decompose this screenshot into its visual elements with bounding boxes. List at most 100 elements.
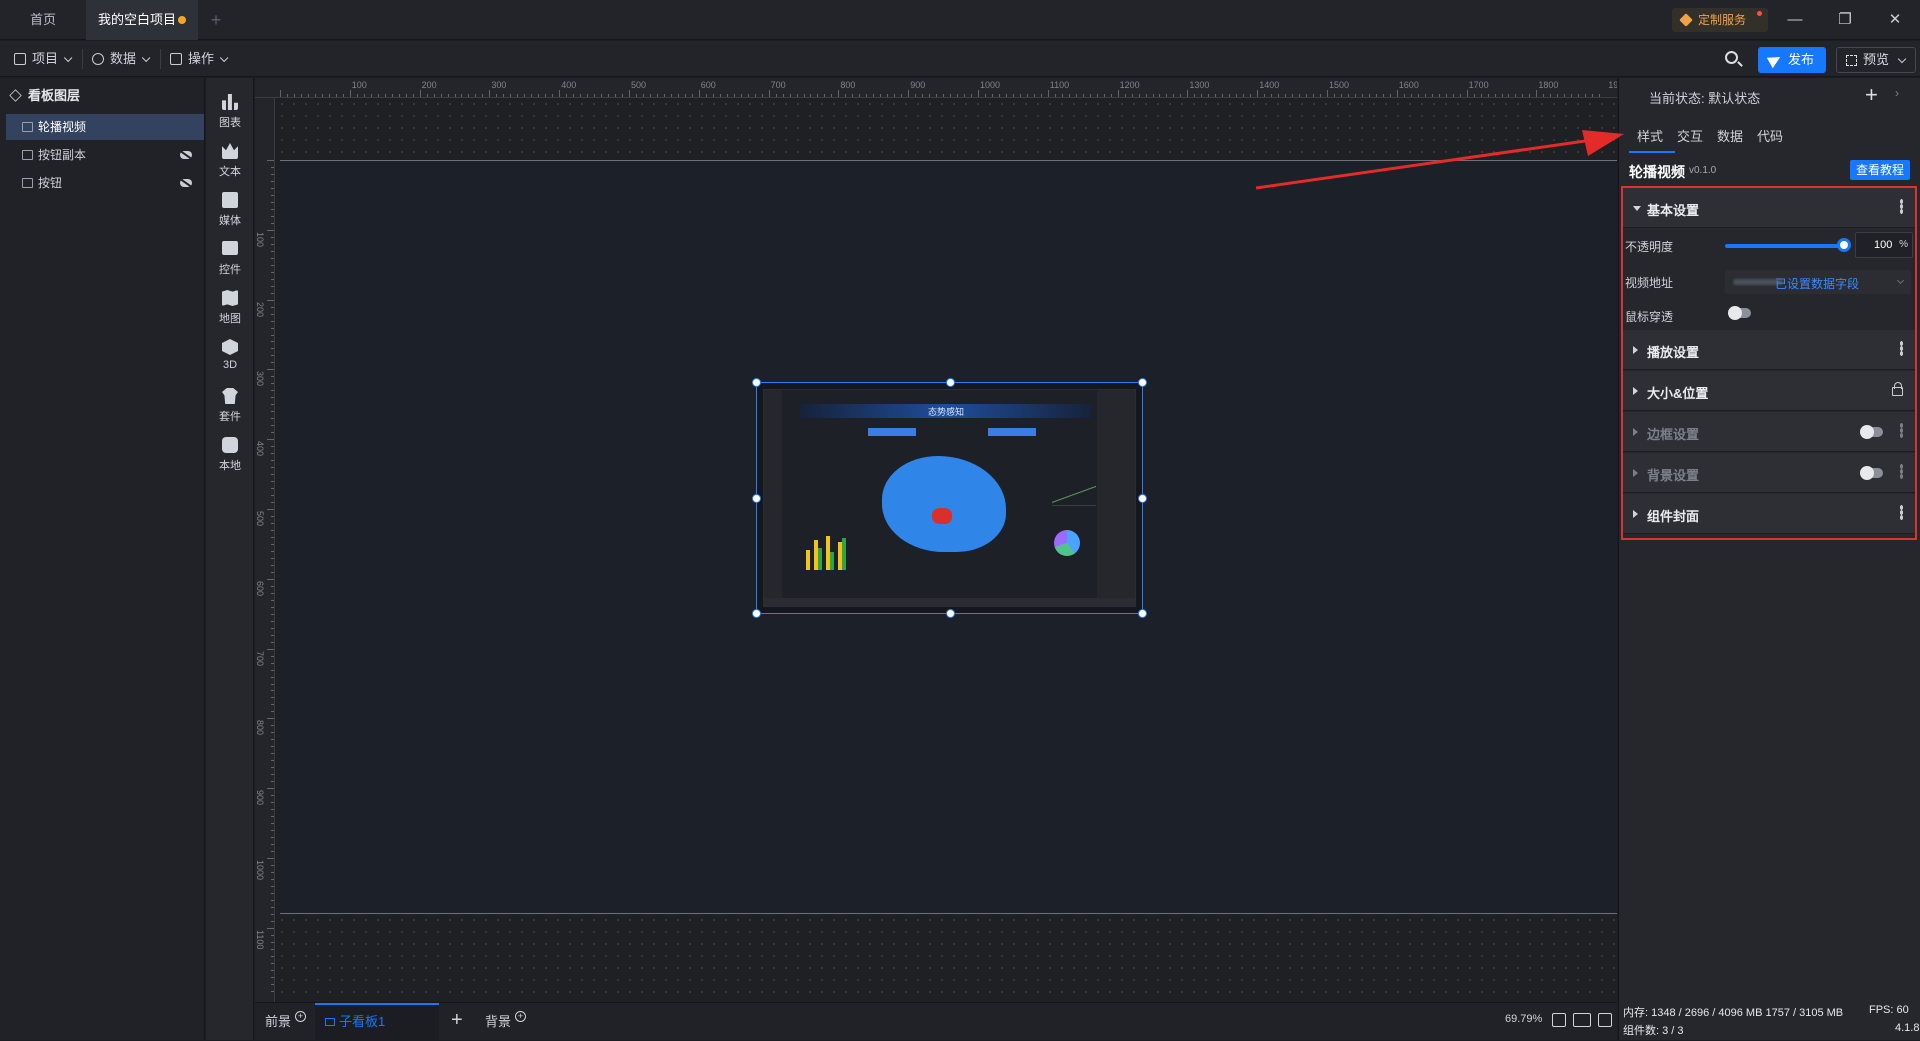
ruler-tick [271,243,274,245]
ruler-top: 100 200 300 400 500 600 700 800 900 1000 1100 1200 1… [255,78,1617,98]
layer-item-carousel-video[interactable]: 轮播视频 [6,114,204,140]
add-circle-icon[interactable]: + [295,1011,307,1022]
ruler-tick [271,753,274,755]
component-control[interactable]: 控件 [206,233,254,283]
menu-project[interactable]: 项目 [6,47,77,71]
zoom-level[interactable]: 69.79% [1505,1013,1542,1025]
tab-project[interactable]: 我的空白项目 [86,0,198,40]
ruler-tick [271,355,274,357]
search-icon[interactable] [1722,48,1744,70]
publish-button[interactable]: 发布 [1758,47,1826,73]
thumbnail-button [988,428,1036,436]
ruler-tick [271,725,274,727]
ruler-tick [271,390,274,392]
view-tutorial-button[interactable]: 查看教程 [1850,160,1910,180]
thumbnail-sidebar [764,390,782,606]
layer-item-button[interactable]: 按钮 [6,170,204,196]
ruler-label: 300 [491,80,507,90]
bottom-bar: 前景 + 子看板1 + 背景 + 69.79% [255,1002,1617,1041]
tab-background[interactable]: 背景 + [485,1011,527,1033]
eye-hidden-icon[interactable] [180,179,192,187]
ruler-tick [271,397,274,399]
tab-code[interactable]: 代码 [1757,126,1783,148]
tab-style[interactable]: 样式 [1637,126,1663,148]
ruler-tick [271,236,274,238]
thumbnail-rightbar [1097,390,1135,606]
tab-project-label: 我的空白项目 [98,12,177,27]
ruler-tick [271,795,274,797]
component-bar: 图表 文本 媒体 控件 地图 3D 套件 本地 [206,78,254,1040]
tab-foreground[interactable]: 前景 + [265,1011,307,1033]
resize-handle[interactable] [946,609,955,618]
add-board-icon[interactable]: + [451,1009,463,1032]
ruler-tick [271,844,274,846]
ruler-tick [271,571,274,573]
ruler-label: 1000 [255,860,265,881]
video-thumbnail: 态势感知 [763,389,1136,607]
bar-chart-icon [222,94,238,110]
ruler-tick [271,627,274,629]
custom-service-button[interactable]: 定制服务 [1672,8,1768,32]
resize-handle[interactable] [752,494,761,503]
component-kit[interactable]: 套件 [206,380,254,430]
tab-sub-board[interactable]: 子看板1 [315,1003,439,1041]
ruler-tick [271,690,274,692]
menu-data[interactable]: 数据 [84,47,155,71]
ruler-tick [271,327,274,329]
chevron-right-icon[interactable]: › [1895,86,1899,100]
menu-data-label: 数据 [110,51,137,66]
ruler-tick [271,885,274,887]
terminal-icon[interactable] [1598,1013,1612,1027]
layers-icon [9,89,22,102]
eye-hidden-icon[interactable] [180,151,192,159]
carousel-video-component[interactable]: 态势感知 [752,378,1147,618]
resize-handle[interactable] [1138,494,1147,503]
tab-interaction[interactable]: 交互 [1677,126,1703,148]
menu-operation[interactable]: 操作 [162,47,233,71]
add-circle-icon[interactable]: + [515,1011,527,1022]
component-text[interactable]: 文本 [206,135,254,185]
component-3d[interactable]: 3D [206,331,254,381]
component-local[interactable]: 本地 [206,429,254,479]
resize-handle[interactable] [946,378,955,387]
component-label: 本地 [219,460,241,472]
component-media[interactable]: 媒体 [206,184,254,234]
add-state-icon[interactable]: + [1865,82,1878,108]
preview-button[interactable]: 预览 [1836,47,1916,73]
component-chart[interactable]: 图表 [206,86,254,136]
ruler-tick [271,676,274,678]
component-map[interactable]: 地图 [206,282,254,332]
restore-icon[interactable]: ❐ [1830,8,1860,32]
tab-home[interactable]: 首页 [0,0,86,40]
tab-data[interactable]: 数据 [1717,126,1743,148]
ruler-tick [271,348,274,350]
ruler-tick [271,976,274,978]
component-label: 图表 [219,117,241,129]
ruler-tick [271,592,274,594]
ruler-tick [271,432,274,434]
add-tab-icon[interactable]: + [206,10,226,30]
resize-handle[interactable] [752,609,761,618]
close-icon[interactable]: ✕ [1880,8,1910,32]
ruler-tick [271,739,274,741]
ruler-label: 800 [840,80,856,90]
resize-handle[interactable] [1138,378,1147,387]
ruler-label: 400 [561,80,577,90]
layer-item-button-copy[interactable]: 按钮副本 [6,142,204,168]
ruler-tick [271,383,274,385]
ruler-label: 700 [770,80,786,90]
fit-screen-icon[interactable] [1552,1013,1566,1027]
keyboard-icon[interactable] [1573,1013,1591,1027]
map-icon [222,290,238,306]
ruler-tick [1396,90,1398,97]
current-state[interactable]: 当前状态: 默认状态 [1649,88,1760,107]
ruler-tick [271,278,274,280]
ruler-label: 1100 [255,929,265,950]
thumbnail-map-highlight [932,508,952,524]
ruler-tick [271,955,274,957]
ruler-tick [271,488,274,490]
resize-handle[interactable] [752,378,761,387]
minimize-icon[interactable]: — [1780,8,1810,32]
component-title: 轮播视频 [1629,164,1685,180]
resize-handle[interactable] [1138,609,1147,618]
